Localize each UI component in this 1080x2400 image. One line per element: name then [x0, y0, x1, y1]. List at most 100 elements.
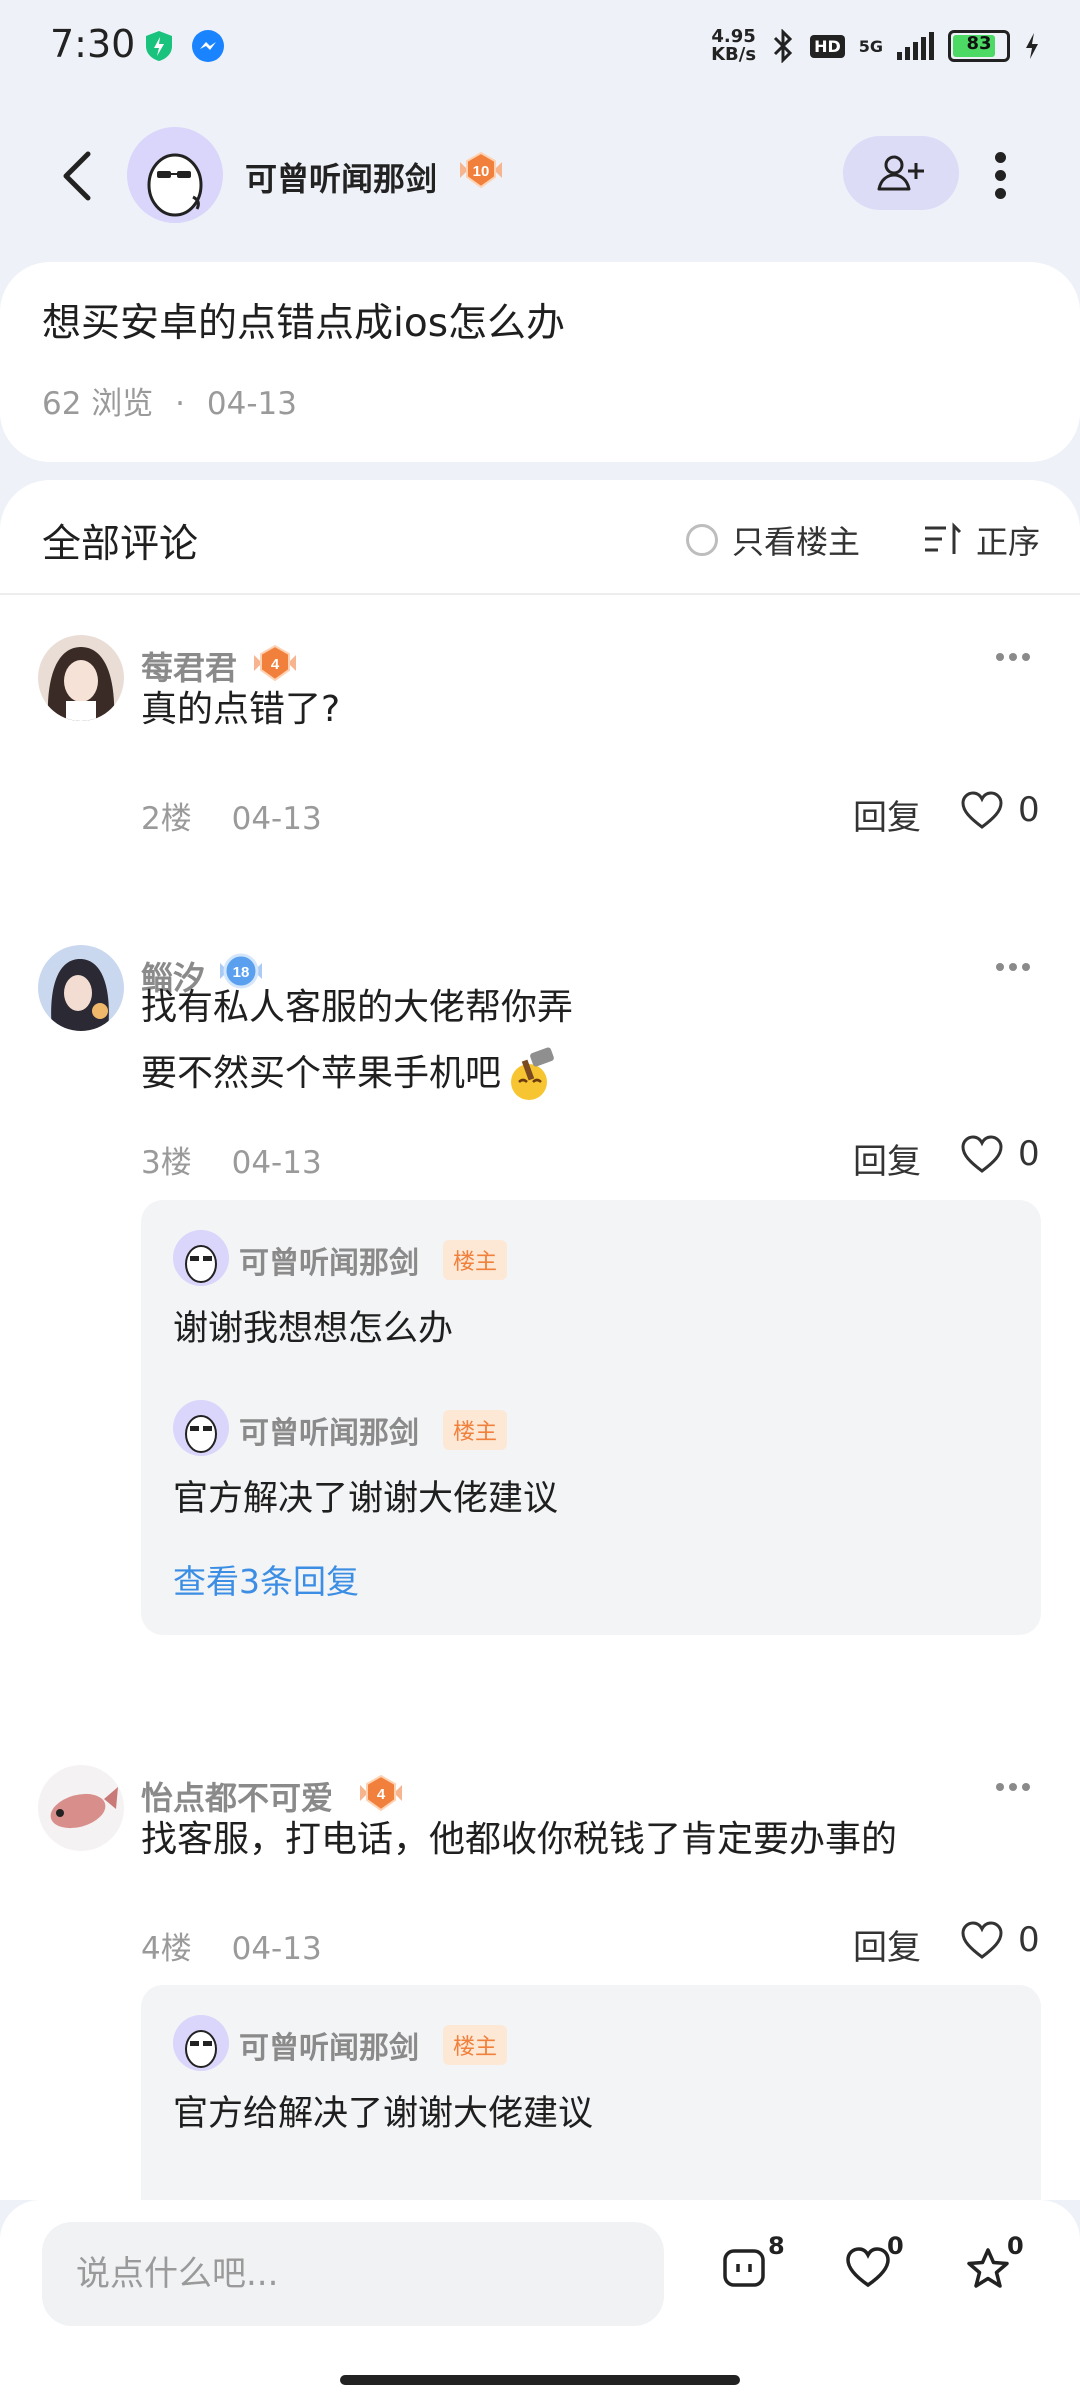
comment-floor: 4楼	[141, 1931, 192, 1967]
add-user-icon	[877, 155, 924, 191]
status-bar: 7:30 4.95 KB/s HD 5G 83	[0, 0, 1080, 92]
comment-date: 04-13	[231, 1931, 322, 1967]
comment-text: 找有私人客服的大佬帮你弄 要不然买个苹果手机吧	[141, 975, 573, 1107]
author-level: 10	[473, 163, 490, 180]
favorite-count: 0	[1007, 2232, 1024, 2260]
more-options-icon[interactable]	[985, 148, 1015, 202]
reply-button[interactable]: 回复	[853, 1134, 921, 1183]
like-count: 0	[1018, 1134, 1040, 1174]
comments-panel: 全部评论 只看楼主 正序 莓君君 4 真的点错了? 2楼 04-13 回复 0 …	[0, 480, 1080, 2200]
comment-date: 04-13	[231, 1145, 322, 1181]
back-arrow-icon[interactable]	[54, 148, 104, 204]
author-avatar[interactable]	[127, 127, 223, 223]
follow-button[interactable]	[843, 136, 959, 210]
battery-icon: 83	[948, 30, 1010, 62]
comments-header: 全部评论 只看楼主 正序	[0, 480, 1080, 595]
comments-title: 全部评论	[42, 522, 199, 567]
bottom-action-bar: 8 0 0	[0, 2200, 1080, 2400]
comments-action[interactable]: 8	[722, 2232, 785, 2294]
battery-percent: 83	[966, 33, 992, 54]
sort-label: 正序	[976, 523, 1041, 561]
heart-icon	[961, 1921, 1003, 1959]
comment-input[interactable]	[42, 2222, 664, 2326]
comment-more-icon[interactable]	[996, 1783, 1036, 1797]
reply-button[interactable]: 回复	[853, 1920, 921, 1969]
only-owner-toggle[interactable]: 只看楼主	[686, 517, 860, 563]
owner-tag: 楼主	[443, 2025, 508, 2065]
comment-count: 8	[768, 2232, 785, 2260]
network-speed: 4.95 KB/s	[711, 26, 757, 65]
commenter-level: 4	[377, 1786, 386, 1803]
reply-author[interactable]: 可曾听闻那剑	[239, 2023, 419, 2067]
like-button[interactable]: 0	[960, 790, 1040, 830]
star-icon	[967, 2248, 1009, 2288]
post-header: 可曾听闻那剑 10	[0, 110, 1080, 240]
like-post-action[interactable]: 0	[845, 2232, 904, 2292]
network-type: 5G	[858, 36, 883, 56]
sort-icon	[925, 522, 962, 554]
home-indicator[interactable]	[340, 2375, 740, 2385]
like-button[interactable]: 0	[960, 1920, 1040, 1960]
heart-icon	[961, 791, 1003, 829]
comment-more-icon[interactable]	[996, 653, 1036, 667]
bluetooth-icon	[774, 29, 793, 63]
post-title: 想买安卓的点错点成ios怎么办	[42, 301, 566, 346]
reply-text: 官方给解决了谢谢大佬建议	[173, 2094, 594, 2134]
favorite-action[interactable]: 0	[965, 2232, 1024, 2296]
comment-item: 鲻汐 18 找有私人客服的大佬帮你弄 要不然买个苹果手机吧 3楼 04-13 回…	[0, 945, 1080, 1635]
like-count: 0	[1018, 1920, 1040, 1960]
reply-text: 官方解决了谢谢大佬建议	[173, 1479, 559, 1519]
post-meta: 62 浏览 · 04-13	[42, 378, 297, 423]
reply-author[interactable]: 可曾听闻那剑	[239, 1238, 419, 1282]
comment-item: 怡点都不可爱 4 找客服，打电话，他都收你税钱了肯定要办事的 4楼 04-13 …	[0, 1765, 1080, 2200]
reply-button[interactable]: 回复	[853, 790, 921, 839]
commenter-avatar[interactable]	[38, 945, 124, 1031]
radio-icon	[686, 524, 718, 556]
reply-avatar[interactable]	[173, 2015, 229, 2071]
reply-avatar[interactable]	[173, 1400, 229, 1456]
shield-icon	[146, 31, 172, 61]
heart-icon	[961, 1135, 1003, 1173]
comment-date: 04-13	[231, 801, 322, 837]
owner-tag: 楼主	[443, 1410, 508, 1450]
comment-more-icon[interactable]	[996, 963, 1036, 977]
charging-icon	[1026, 33, 1038, 59]
comment-footer: 4楼 04-13	[141, 1923, 322, 1968]
messenger-icon	[192, 30, 224, 62]
post-date: 04-13	[206, 386, 297, 422]
hammer-face-emoji-icon	[511, 1047, 554, 1100]
post-like-count: 0	[887, 2232, 904, 2260]
post-card: 想买安卓的点错点成ios怎么办 62 浏览 · 04-13	[0, 262, 1080, 462]
reply-author[interactable]: 可曾听闻那剑	[239, 1408, 419, 1452]
like-count: 0	[1018, 790, 1040, 830]
reply-text: 谢谢我想想怎么办	[173, 1309, 454, 1349]
only-owner-label: 只看楼主	[732, 523, 861, 561]
heart-icon	[846, 2247, 890, 2288]
owner-tag: 楼主	[443, 1240, 508, 1280]
view-more-replies-link[interactable]: 查看3条回复	[173, 1555, 359, 1603]
comment-text: 找客服，打电话，他都收你税钱了肯定要办事的	[141, 1819, 898, 1860]
reply-list: 可曾听闻那剑 楼主 谢谢我想想怎么办 可曾听闻那剑 楼主 官方解决了谢谢大佬建议…	[141, 1200, 1041, 1635]
reply-list: 可曾听闻那剑 楼主 官方给解决了谢谢大佬建议	[141, 1985, 1041, 2200]
comment-item: 莓君君 4 真的点错了? 2楼 04-13 回复 0	[0, 635, 1080, 875]
status-right-group: 4.95 KB/s HD 5G 83	[711, 24, 1040, 68]
comment-bubble-icon	[723, 2249, 765, 2287]
post-views: 62 浏览	[42, 386, 154, 422]
commenter-avatar[interactable]	[38, 635, 124, 721]
commenter-avatar[interactable]	[38, 1765, 124, 1851]
sort-button[interactable]: 正序	[922, 517, 1040, 563]
like-button[interactable]: 0	[960, 1134, 1040, 1174]
reply-avatar[interactable]	[173, 1230, 229, 1286]
level-badge-icon: 10	[460, 151, 502, 189]
comment-text: 真的点错了?	[141, 689, 341, 730]
hd-icon: HD	[810, 34, 845, 58]
status-time: 7:30	[50, 22, 136, 66]
comment-footer: 2楼 04-13	[141, 793, 322, 838]
comment-footer: 3楼 04-13	[141, 1137, 322, 1182]
commenter-level: 4	[271, 656, 280, 673]
comment-floor: 3楼	[141, 1145, 192, 1181]
author-name[interactable]: 可曾听闻那剑	[245, 154, 437, 200]
comment-floor: 2楼	[141, 801, 192, 837]
meta-separator: ·	[175, 386, 186, 422]
signal-icon	[897, 32, 934, 60]
